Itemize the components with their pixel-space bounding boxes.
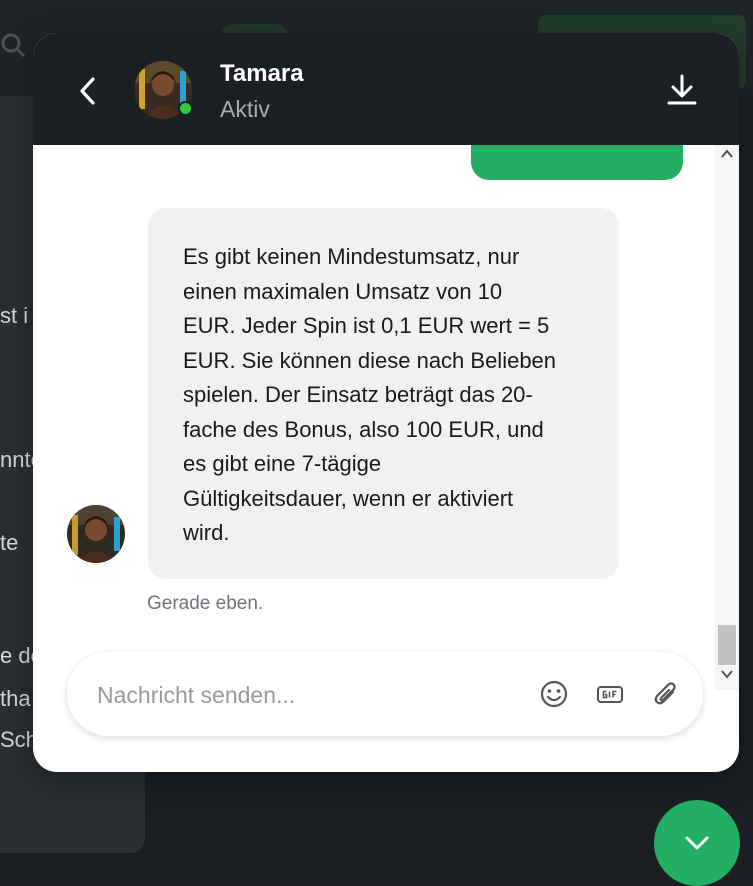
agent-message-bubble: Es gibt keinen Mindestumsatz, nur einen … bbox=[148, 208, 619, 579]
scroll-thumb[interactable] bbox=[718, 625, 736, 665]
agent-avatar bbox=[67, 505, 125, 563]
back-button[interactable] bbox=[73, 73, 103, 109]
scroll-down-button[interactable] bbox=[654, 800, 740, 886]
user-message-bubble bbox=[471, 145, 683, 180]
emoji-icon bbox=[540, 680, 568, 708]
background-text: tha bbox=[0, 686, 31, 711]
emoji-button[interactable] bbox=[539, 679, 569, 709]
background-text: te bbox=[0, 530, 19, 555]
download-button[interactable] bbox=[666, 73, 698, 107]
message-list: Es gibt keinen Mindestumsatz, nur einen … bbox=[33, 145, 739, 645]
message-input[interactable] bbox=[95, 670, 519, 720]
download-icon bbox=[667, 74, 697, 105]
attach-button[interactable] bbox=[651, 679, 681, 709]
agent-status: Aktiv bbox=[220, 96, 270, 122]
gif-icon bbox=[597, 686, 623, 703]
scroll-down-icon[interactable] bbox=[721, 669, 733, 679]
agent-name: Tamara bbox=[220, 60, 304, 87]
chevron-left-icon bbox=[80, 77, 95, 105]
online-indicator bbox=[178, 101, 193, 116]
composer bbox=[67, 652, 703, 736]
message-text: Es gibt keinen Mindestumsatz, nur einen … bbox=[183, 244, 557, 545]
message-timestamp: Gerade eben. bbox=[147, 593, 264, 614]
scroll-up-icon[interactable] bbox=[721, 149, 733, 159]
chat-header: Tamara Aktiv bbox=[33, 33, 739, 145]
gif-button[interactable] bbox=[595, 679, 625, 709]
search-icon bbox=[0, 30, 26, 60]
background-text: st i bbox=[0, 303, 29, 328]
paperclip-icon bbox=[654, 682, 676, 705]
chat-window: Tamara Aktiv Es gibt keinen Mindestumsat… bbox=[33, 33, 739, 772]
scrollbar[interactable] bbox=[715, 145, 739, 690]
chevron-down-icon bbox=[685, 836, 709, 850]
